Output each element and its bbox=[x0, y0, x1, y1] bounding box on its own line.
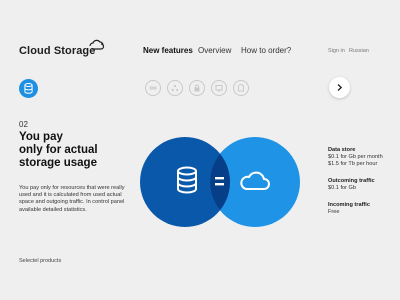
brand-logo[interactable]: Cloud Storage bbox=[19, 45, 95, 57]
sign-in-link[interactable]: Sign in bbox=[328, 48, 345, 54]
nav-how-to-order[interactable]: How to order? bbox=[241, 46, 291, 55]
nav-overview[interactable]: Overview bbox=[198, 46, 231, 55]
venn-illustration bbox=[140, 137, 300, 227]
feature-database-button[interactable] bbox=[19, 79, 38, 98]
database-icon bbox=[24, 83, 33, 94]
infinity-icon bbox=[148, 85, 157, 90]
section-description: You pay only for resources that were rea… bbox=[19, 185, 125, 213]
pricing-title: Data store bbox=[328, 147, 356, 153]
heading-line: You pay bbox=[19, 131, 63, 143]
heading-line: storage usage bbox=[19, 157, 97, 169]
pricing-outcoming-traffic: Outcoming traffic $0.1 for Gb bbox=[328, 178, 375, 192]
pricing-incoming-traffic: Incoming traffic Free bbox=[328, 202, 370, 216]
cloud-logo-icon bbox=[89, 39, 105, 50]
feature-network-button[interactable] bbox=[167, 80, 183, 96]
next-feature-button[interactable] bbox=[329, 77, 350, 98]
pricing-line: $1.5 for Tb per hour bbox=[328, 161, 378, 167]
pricing-line: $0.1 for Gb bbox=[328, 185, 356, 191]
pricing-line: $0.1 for Gb per month bbox=[328, 154, 383, 160]
feature-lock-button[interactable] bbox=[189, 80, 205, 96]
selected-products-link[interactable]: Selectel products bbox=[19, 258, 61, 264]
pricing-title: Incoming traffic bbox=[328, 202, 370, 208]
pricing-data-store: Data store $0.1 for Gb per month $1.5 fo… bbox=[328, 147, 383, 168]
section-heading: You pay only for actual storage usage bbox=[19, 131, 139, 170]
archive-icon bbox=[237, 83, 244, 91]
feature-infinity-button[interactable] bbox=[145, 80, 161, 96]
language-switch[interactable]: Russian bbox=[349, 48, 369, 54]
pricing-line: Free bbox=[328, 209, 340, 215]
network-icon bbox=[171, 84, 178, 91]
nav-new-features[interactable]: New features bbox=[143, 46, 193, 55]
section-number: 02 bbox=[19, 120, 28, 129]
monitor-icon bbox=[215, 84, 222, 91]
feature-archive-button[interactable] bbox=[233, 80, 249, 96]
chevron-right-icon bbox=[337, 84, 343, 91]
feature-monitor-button[interactable] bbox=[211, 80, 227, 96]
lock-icon bbox=[194, 84, 199, 91]
heading-line: only for actual bbox=[19, 144, 98, 156]
pricing-title: Outcoming traffic bbox=[328, 178, 375, 184]
